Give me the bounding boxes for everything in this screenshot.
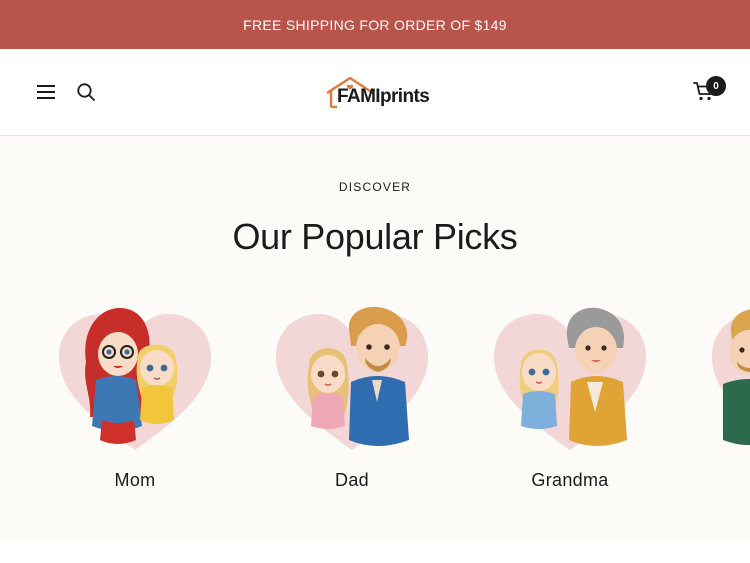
partial-heart-image	[712, 309, 750, 445]
pick-label-mom: Mom	[114, 470, 156, 490]
popular-picks-section: DISCOVER Our Popular Picks Mom Dad Grand…	[0, 136, 750, 541]
dad-heart-image	[276, 306, 428, 450]
announcement-text: FREE SHIPPING FOR ORDER OF $149	[243, 16, 507, 33]
pick-label-grandma: Grandma	[531, 470, 609, 490]
mom-heart-image	[59, 307, 211, 450]
cart-count-badge: 0	[706, 76, 726, 96]
grandma-heart-image	[494, 307, 646, 450]
announcement-bar: FREE SHIPPING FOR ORDER OF $149	[0, 0, 750, 49]
pick-card-mom[interactable]: Mom	[50, 302, 220, 497]
logo-wordmark: FAMIprints	[337, 86, 430, 108]
logo-part2: prints	[380, 86, 430, 107]
section-title: Our Popular Picks	[232, 216, 518, 257]
pick-card-grandma[interactable]: Grandma	[485, 302, 655, 497]
hamburger-menu-icon[interactable]	[37, 85, 55, 99]
section-eyebrow: DISCOVER	[338, 180, 412, 194]
pick-card-dad[interactable]: Dad	[267, 302, 437, 497]
search-icon[interactable]	[76, 82, 96, 102]
pick-label-dad: Dad	[335, 470, 369, 490]
site-logo[interactable]: FAMIprints	[325, 76, 430, 110]
logo-part1: FAMI	[337, 86, 381, 107]
site-header: FAMIprints 0	[0, 49, 750, 136]
page-below-fold	[0, 541, 750, 563]
pick-card-partial[interactable]	[703, 302, 750, 497]
